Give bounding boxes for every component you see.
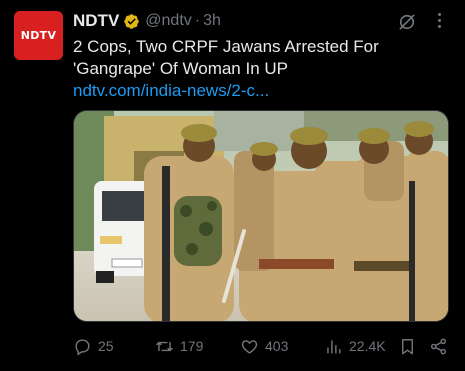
action-bar: 25 179 403 22.4K xyxy=(73,334,453,358)
retweet-count: 179 xyxy=(180,338,204,354)
tweet-text: 2 Cops, Two CRPF Jawans Arrested For 'Ga… xyxy=(73,36,453,80)
tweet-text-line: 'Gangrape' Of Woman In UP xyxy=(73,59,288,78)
avatar[interactable]: NDTV xyxy=(14,11,63,60)
retweet-icon xyxy=(156,341,173,351)
verified-badge-icon xyxy=(124,13,140,29)
article-link[interactable]: ndtv.com/india-news/2-c... xyxy=(73,80,269,102)
account-handle[interactable]: @ndtv xyxy=(145,12,191,30)
tweet-header: NDTV @ndtv · 3h xyxy=(73,10,405,32)
reply-count: 25 xyxy=(98,338,114,354)
views-count: 22.4K xyxy=(349,338,386,354)
more-icon[interactable] xyxy=(431,10,447,30)
tweet-card[interactable]: NDTV NDTV @ndtv · 3h 2 Cops, Two CRPF Ja… xyxy=(0,0,465,371)
reply-button[interactable]: 25 xyxy=(73,334,114,358)
like-button[interactable]: 403 xyxy=(240,334,288,358)
views-icon xyxy=(327,339,341,354)
tweet-text-line: 2 Cops, Two CRPF Jawans Arrested For xyxy=(73,37,379,56)
tweet-image[interactable] xyxy=(73,110,449,322)
bookmark-button[interactable] xyxy=(398,334,417,358)
time-separator: · xyxy=(194,12,201,29)
share-button[interactable] xyxy=(429,334,448,358)
reply-icon xyxy=(75,338,90,356)
like-count: 403 xyxy=(265,338,289,354)
avatar-logo-text: NDTV xyxy=(20,29,57,42)
retweet-button[interactable]: 179 xyxy=(155,334,203,358)
views-button[interactable]: 22.4K xyxy=(324,334,386,358)
like-icon xyxy=(241,339,258,354)
account-name[interactable]: NDTV xyxy=(73,11,119,31)
tweet-time[interactable]: 3h xyxy=(203,12,221,30)
grok-icon[interactable] xyxy=(397,12,417,32)
police-photo xyxy=(74,111,448,321)
share-icon xyxy=(430,338,447,354)
bookmark-icon xyxy=(402,338,413,354)
